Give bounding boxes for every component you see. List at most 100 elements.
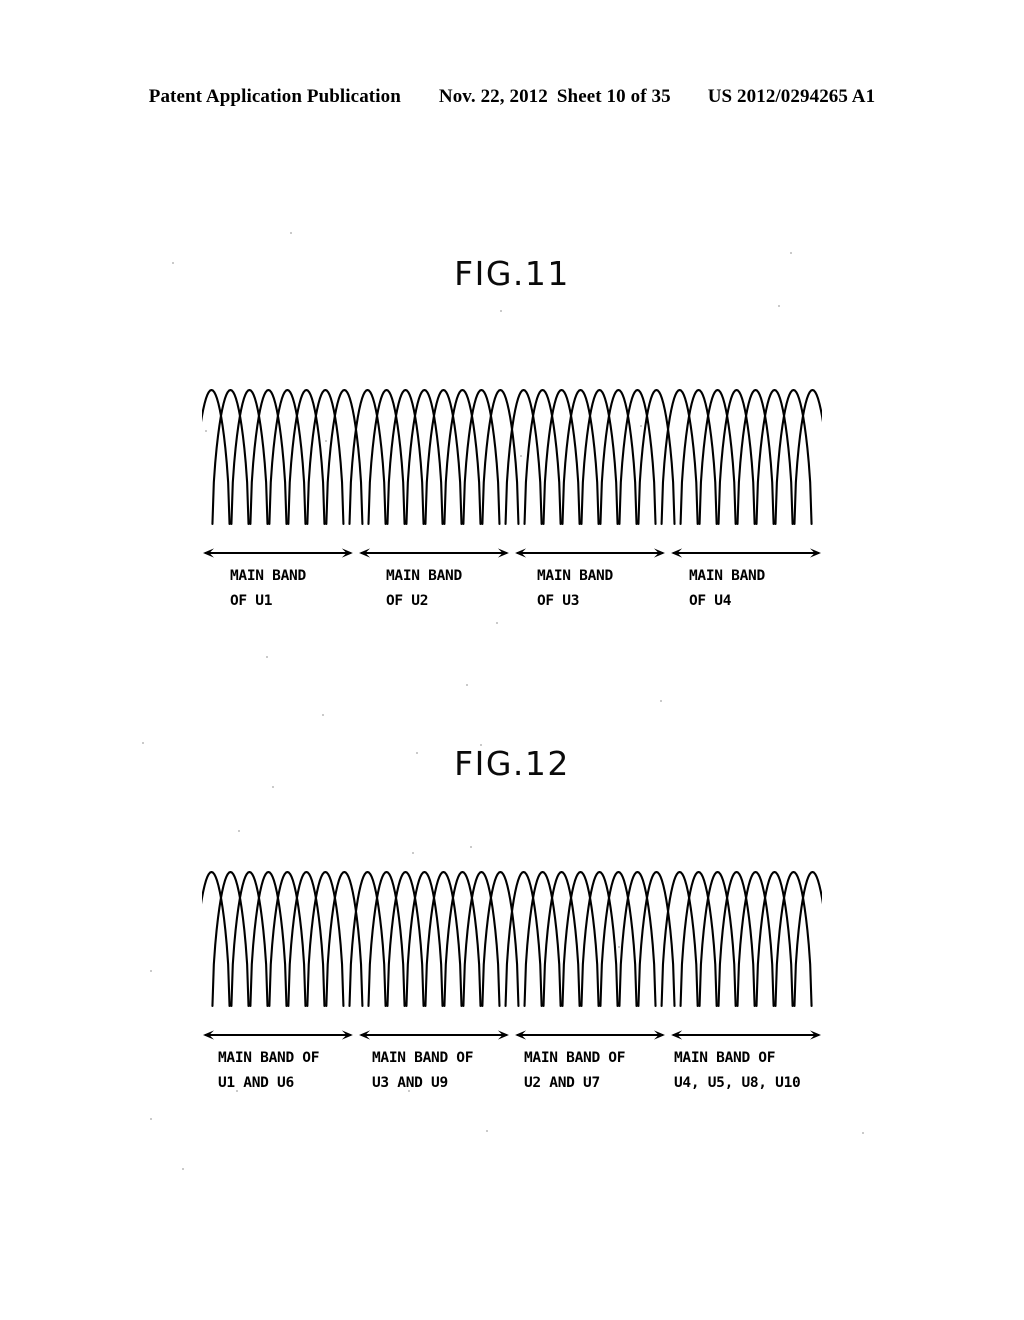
- subcarrier-lobe: [443, 870, 482, 1008]
- figure-12-spectrum-plot: [202, 860, 822, 1010]
- subcarrier-lobe: [325, 388, 364, 526]
- scan-speckle: [520, 455, 522, 457]
- subcarrier-lobe: [717, 870, 756, 1008]
- subcarrier-lobe: [679, 870, 718, 1008]
- scan-speckle: [236, 1090, 238, 1092]
- figure-11: FIG.11 MAIN BAND OF U1 MAIN BAND OF U2 M…: [0, 250, 1024, 618]
- band-label-u1-u6: MAIN BAND OF U1 AND U6: [218, 1050, 320, 1091]
- band-label-u2: MAIN BAND OF U2: [386, 568, 462, 609]
- figure-11-spectrum-plot: [202, 378, 822, 528]
- subcarrier-lobe: [698, 388, 737, 526]
- scan-speckle: [466, 684, 468, 686]
- subcarrier-lobe: [443, 388, 482, 526]
- subcarrier-lobe: [287, 388, 326, 526]
- subcarrier-lobe: [736, 870, 775, 1008]
- subcarrier-lobe: [249, 870, 288, 1008]
- scan-speckle: [790, 252, 792, 254]
- band-label-u3: MAIN BAND OF U3: [537, 568, 613, 609]
- subcarrier-lobe: [348, 388, 387, 526]
- figure-12-band-arrows: [202, 1024, 822, 1046]
- subcarrier-lobe: [717, 388, 756, 526]
- scan-speckle: [486, 1130, 488, 1132]
- subcarrier-lobe: [561, 870, 600, 1008]
- band-label-u4: MAIN BAND OF U4: [689, 568, 765, 609]
- patent-number: US 2012/0294265 A1: [707, 86, 876, 107]
- subcarrier-lobe: [774, 870, 813, 1008]
- scan-speckle: [325, 440, 327, 442]
- scan-speckle: [150, 970, 152, 972]
- subcarrier-lobe: [618, 870, 657, 1008]
- subcarrier-lobe: [306, 388, 345, 526]
- subcarrier-lobe: [230, 870, 269, 1008]
- subcarrier-lobe: [211, 388, 250, 526]
- figure-11-waveform: [202, 388, 822, 526]
- band-label-u1: MAIN BAND OF U1: [230, 568, 306, 609]
- sheet-header: Patent Application Publication Nov. 22, …: [0, 86, 1024, 112]
- scan-speckle: [416, 752, 418, 754]
- subcarrier-lobe: [542, 870, 581, 1008]
- band-label-u2-u7: MAIN BAND OF U2 AND U7: [524, 1050, 626, 1091]
- band-label-u3-u9: MAIN BAND OF U3 AND U9: [372, 1050, 474, 1091]
- subcarrier-lobe: [755, 388, 794, 526]
- figure-12-title: FIG.12: [454, 744, 570, 783]
- subcarrier-lobe: [367, 870, 406, 1008]
- scan-speckle: [778, 305, 780, 307]
- subcarrier-lobe: [660, 388, 699, 526]
- scan-speckle: [470, 846, 472, 848]
- subcarrier-lobe: [268, 388, 307, 526]
- subcarrier-lobe: [599, 388, 638, 526]
- scan-speckle: [266, 656, 268, 658]
- subcarrier-lobe: [698, 870, 737, 1008]
- subcarrier-lobe: [523, 870, 562, 1008]
- subcarrier-lobe: [618, 388, 657, 526]
- subcarrier-lobe: [580, 870, 619, 1008]
- publication-date: Nov. 22, 2012: [438, 86, 548, 107]
- sheet-number: Sheet 10 of 35: [556, 86, 671, 107]
- scan-speckle: [500, 310, 502, 312]
- subcarrier-lobe: [268, 870, 307, 1008]
- scan-speckle: [586, 1078, 588, 1080]
- subcarrier-lobe: [755, 870, 794, 1008]
- subcarrier-lobe: [424, 870, 463, 1008]
- subcarrier-lobe: [774, 388, 813, 526]
- figure-12-waveform: [202, 870, 822, 1008]
- scan-speckle: [150, 1118, 152, 1120]
- scan-speckle: [172, 262, 174, 264]
- subcarrier-lobe: [736, 388, 775, 526]
- scan-speckle: [290, 232, 292, 234]
- subcarrier-lobe: [504, 870, 543, 1008]
- subcarrier-lobe: [306, 870, 345, 1008]
- scan-speckle: [205, 430, 207, 432]
- subcarrier-lobe: [287, 870, 326, 1008]
- figure-11-arrow-row: [203, 548, 821, 558]
- subcarrier-lobe: [481, 388, 520, 526]
- scan-speckle: [182, 1168, 184, 1170]
- subcarrier-lobe: [386, 388, 425, 526]
- scan-speckle: [322, 714, 324, 716]
- publication-label: Patent Application Publication: [148, 86, 401, 107]
- subcarrier-lobe: [580, 388, 619, 526]
- subcarrier-lobe: [348, 870, 387, 1008]
- scan-speckle: [496, 622, 498, 624]
- subcarrier-lobe: [249, 388, 288, 526]
- scan-speckle: [480, 744, 482, 746]
- scan-speckle: [640, 425, 642, 427]
- scan-speckle: [238, 830, 240, 832]
- subcarrier-lobe: [660, 870, 699, 1008]
- figure-12: FIG.12 MAIN BAND OF U1 AND U6 MAIN BAND …: [0, 740, 1024, 1100]
- figure-12-band-labels: MAIN BAND OF U1 AND U6 MAIN BAND OF U3 A…: [202, 1046, 822, 1100]
- subcarrier-lobe: [462, 388, 501, 526]
- subcarrier-lobe: [542, 388, 581, 526]
- figure-11-title: FIG.11: [454, 254, 570, 293]
- scan-speckle: [412, 852, 414, 854]
- subcarrier-lobe: [679, 388, 718, 526]
- subcarrier-lobe: [462, 870, 501, 1008]
- scan-speckle: [408, 1090, 410, 1092]
- figure-11-band-arrows: [202, 542, 822, 564]
- scan-speckle: [862, 1132, 864, 1134]
- subcarrier-lobe: [405, 870, 444, 1008]
- subcarrier-lobe: [325, 870, 364, 1008]
- subcarrier-lobe: [386, 870, 425, 1008]
- figure-12-arrow-row: [203, 1030, 821, 1040]
- subcarrier-lobe: [637, 870, 676, 1008]
